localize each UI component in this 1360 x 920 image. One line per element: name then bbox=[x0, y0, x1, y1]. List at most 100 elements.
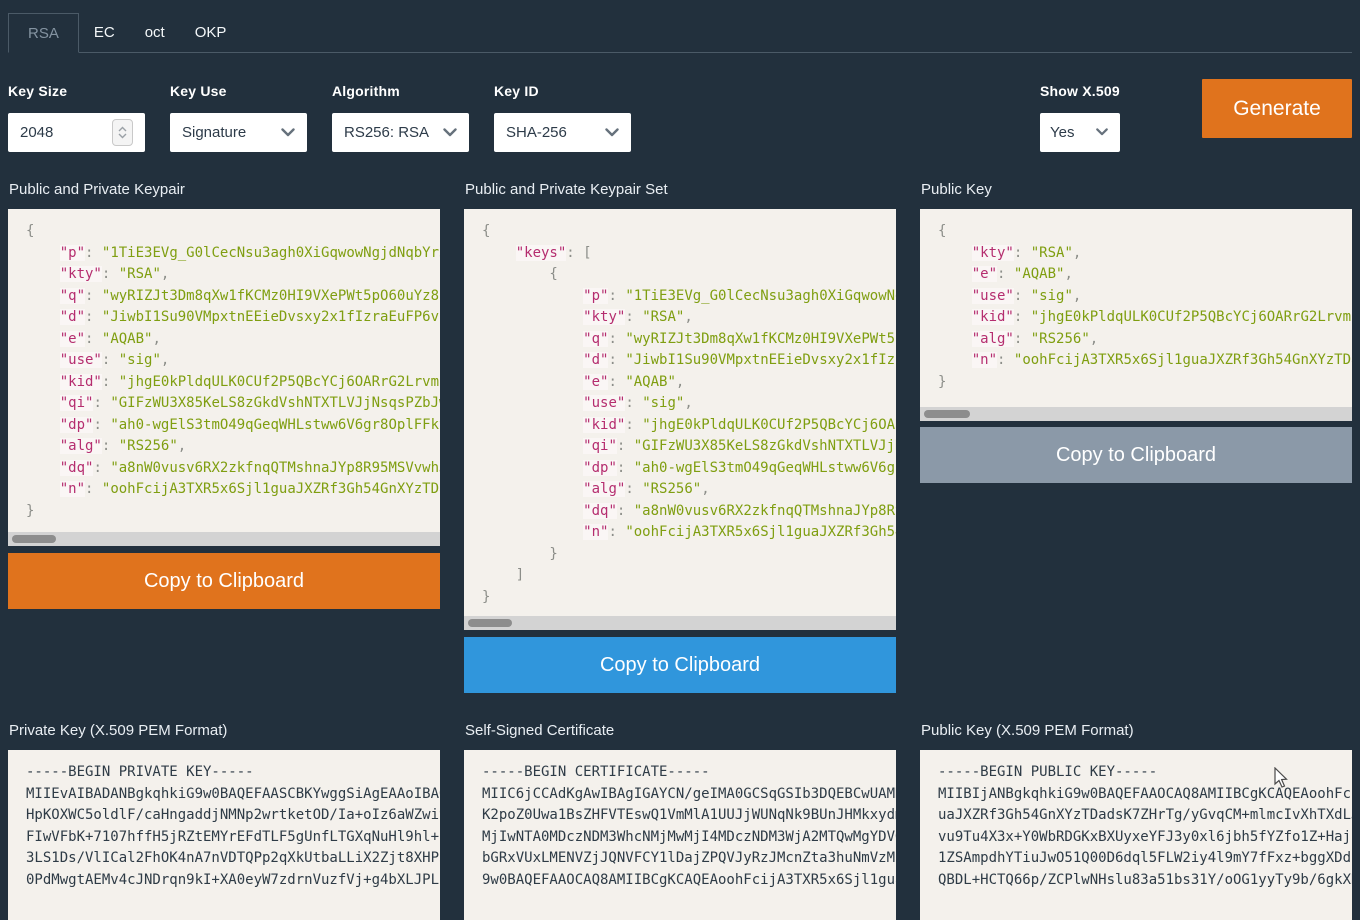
key-size-stepper[interactable] bbox=[112, 119, 133, 146]
pem-line: 0PdMwgtAEMv4cJNDrqn9kI+XA0eyW7zdrnVuzfVj… bbox=[26, 870, 440, 892]
key-size-label: Key Size bbox=[8, 83, 145, 99]
public-key-code-box[interactable]: { "kty": "RSA", "e": "AQAB", "use": "sig… bbox=[920, 209, 1352, 421]
pem-line: 1ZSAmpdhYTiuJwO51Q00D6dql5FLW2iy4l9mY7fF… bbox=[938, 848, 1352, 870]
code-line: } bbox=[26, 501, 440, 523]
code-line: } bbox=[482, 544, 896, 566]
code-line: "use": "sig", bbox=[26, 350, 440, 372]
pem-line: bGRxVUxLMENVZjJQNVFCY1lDajZPQVJyRzJMcnZt… bbox=[482, 848, 896, 870]
public-key-panel-title: Public Key bbox=[921, 181, 1352, 198]
public-key-panel: Public Key { "kty": "RSA", "e": "AQAB", … bbox=[920, 152, 1352, 693]
code-line: "use": "sig", bbox=[938, 286, 1352, 308]
code-line: "qi": "GIFzWU3X85KeLS8zGkdVshNTXTLVJjNsq… bbox=[26, 393, 440, 415]
code-line: "n": "oohFcijA3TXR5x6Sjl1guaJXZRf3Gh54Gn… bbox=[482, 522, 896, 544]
scrollbar-thumb[interactable] bbox=[924, 410, 970, 418]
code-line: "kid": "jhgE0kPldqULK0CUf2P5QBcYCj6OARrG… bbox=[482, 415, 896, 437]
code-line: "p": "1TiE3EVg_G0lCecNsu3agh0XiGqwowNgjd… bbox=[26, 243, 440, 265]
pem-line: QBDL+HCTQ66p/ZCPlwNHslu83a51bs31Y/oOG1yy… bbox=[938, 870, 1352, 892]
copy-keypair-set-button[interactable]: Copy to Clipboard bbox=[464, 637, 896, 693]
tab-oct[interactable]: oct bbox=[130, 13, 180, 53]
code-line: "kty": "RSA", bbox=[938, 243, 1352, 265]
tab-rsa[interactable]: RSA bbox=[8, 13, 79, 53]
keypair-code-box[interactable]: { "p": "1TiE3EVg_G0lCecNsu3agh0XiGqwowNg… bbox=[8, 209, 440, 546]
key-id-field: Key ID SHA-256 bbox=[494, 79, 631, 152]
public-pem-code: -----BEGIN PUBLIC KEY-----MIIBIjANBgkqhk… bbox=[920, 750, 1352, 891]
chevron-down-icon bbox=[1096, 128, 1110, 137]
code-line: "kid": "jhgE0kPldqULK0CUf2P5QBcYCj6OARrG… bbox=[938, 307, 1352, 329]
pem-line: vu9Tu4X3x+Y0WbRDGKxBXUyxeYFJ3y0xl6jbh5fY… bbox=[938, 827, 1352, 849]
code-line: } bbox=[938, 372, 1352, 394]
code-line: "dq": "a8nW0vusv6RX2zkfnqQTMshnaJYp8R95M… bbox=[482, 501, 896, 523]
private-pem-panel: Private Key (X.509 PEM Format) -----BEGI… bbox=[8, 693, 440, 920]
horizontal-scrollbar[interactable] bbox=[920, 407, 1352, 421]
algorithm-label: Algorithm bbox=[332, 83, 469, 99]
key-use-field: Key Use Signature bbox=[170, 79, 307, 152]
public-pem-code-box[interactable]: -----BEGIN PUBLIC KEY-----MIIBIjANBgkqhk… bbox=[920, 750, 1352, 920]
show-x509-label: Show X.509 bbox=[1040, 83, 1126, 99]
keypair-json-code: { "p": "1TiE3EVg_G0lCecNsu3agh0XiGqwowNg… bbox=[8, 209, 440, 522]
code-line: ] bbox=[482, 565, 896, 587]
copy-keypair-button[interactable]: Copy to Clipboard bbox=[8, 553, 440, 609]
tab-okp[interactable]: OKP bbox=[180, 13, 242, 53]
code-line: "d": "JiwbI1Su90VMpxtnEEieDvsxy2x1fIzraE… bbox=[26, 307, 440, 329]
show-x509-field: Show X.509 Yes bbox=[1040, 79, 1126, 152]
chevron-down-icon bbox=[443, 128, 457, 137]
certificate-code: -----BEGIN CERTIFICATE-----MIIC6jCCAdKgA… bbox=[464, 750, 896, 891]
pem-line: FIwVFbK+7107hffH5jRZtEMYrEFdTLF5gUnfLTGX… bbox=[26, 827, 440, 849]
scrollbar-thumb[interactable] bbox=[12, 535, 56, 543]
pem-line: K2poZ0Uwa1BsZHFVTEswQ1VmMlA1UUJjWUNqNk9B… bbox=[482, 805, 896, 827]
pem-line: MIIBIjANBgkqhkiG9w0BAQEFAAOCAQ8AMIIBCgKC… bbox=[938, 784, 1352, 806]
tab-ec[interactable]: EC bbox=[79, 13, 130, 53]
keypair-set-code-box[interactable]: { "keys": [ { "p": "1TiE3EVg_G0lCecNsu3a… bbox=[464, 209, 896, 630]
certificate-code-box[interactable]: -----BEGIN CERTIFICATE-----MIIC6jCCAdKgA… bbox=[464, 750, 896, 920]
stepper-down-icon bbox=[118, 133, 127, 139]
algorithm-select[interactable]: RS256: RSA bbox=[332, 113, 469, 152]
key-id-select[interactable]: SHA-256 bbox=[494, 113, 631, 152]
show-x509-select[interactable]: Yes bbox=[1040, 113, 1120, 152]
pem-line: -----BEGIN CERTIFICATE----- bbox=[482, 762, 896, 784]
scrollbar-thumb[interactable] bbox=[468, 619, 512, 627]
code-line: "kid": "jhgE0kPldqULK0CUf2P5QBcYCj6OARrG… bbox=[26, 372, 440, 394]
algorithm-field: Algorithm RS256: RSA bbox=[332, 79, 469, 152]
code-line: "alg": "RS256", bbox=[26, 436, 440, 458]
private-pem-panel-title: Private Key (X.509 PEM Format) bbox=[9, 722, 440, 739]
key-id-value: SHA-256 bbox=[506, 124, 601, 141]
horizontal-scrollbar[interactable] bbox=[8, 532, 440, 546]
code-line: { bbox=[482, 264, 896, 286]
public-pem-panel: Public Key (X.509 PEM Format) -----BEGIN… bbox=[920, 693, 1352, 920]
copy-public-key-button[interactable]: Copy to Clipboard bbox=[920, 427, 1352, 483]
key-use-value: Signature bbox=[182, 124, 277, 141]
stepper-up-icon bbox=[118, 126, 127, 132]
code-line: "use": "sig", bbox=[482, 393, 896, 415]
key-size-field: Key Size 2048 bbox=[8, 79, 145, 152]
pem-line: -----BEGIN PRIVATE KEY----- bbox=[26, 762, 440, 784]
code-line: "q": "wyRIZJt3Dm8qXw1fKCMz0HI9VXePWt5pO6… bbox=[26, 286, 440, 308]
key-use-select[interactable]: Signature bbox=[170, 113, 307, 152]
horizontal-scrollbar[interactable] bbox=[464, 616, 896, 630]
key-id-label: Key ID bbox=[494, 83, 631, 99]
key-size-input[interactable]: 2048 bbox=[8, 113, 145, 152]
generate-button[interactable]: Generate bbox=[1202, 79, 1352, 138]
pem-line: 9w0BAQEFAAOCAQ8AMIIBCgKCAQEAoohFcijA3TXR… bbox=[482, 870, 896, 892]
code-line: "n": "oohFcijA3TXR5x6Sjl1guaJXZRf3Gh54Gn… bbox=[938, 350, 1352, 372]
code-line: "p": "1TiE3EVg_G0lCecNsu3agh0XiGqwowNgjd… bbox=[482, 286, 896, 308]
chevron-down-icon bbox=[281, 128, 295, 137]
key-size-value: 2048 bbox=[20, 124, 112, 141]
code-line: "keys": [ bbox=[482, 243, 896, 265]
public-pem-panel-title: Public Key (X.509 PEM Format) bbox=[921, 722, 1352, 739]
keypair-panel-title: Public and Private Keypair bbox=[9, 181, 440, 198]
code-line: { bbox=[938, 221, 1352, 243]
private-pem-code-box[interactable]: -----BEGIN PRIVATE KEY-----MIIEvAIBADANB… bbox=[8, 750, 440, 920]
code-line: "alg": "RS256", bbox=[482, 479, 896, 501]
code-line: "e": "AQAB", bbox=[26, 329, 440, 351]
pem-line: 3LS1Ds/VlICal2FhOK4nA7nVDTQPp2qXkUtbaLLi… bbox=[26, 848, 440, 870]
code-line: "kty": "RSA", bbox=[482, 307, 896, 329]
pem-line: -----BEGIN PUBLIC KEY----- bbox=[938, 762, 1352, 784]
show-x509-value: Yes bbox=[1050, 124, 1092, 141]
code-line: { bbox=[26, 221, 440, 243]
chevron-down-icon bbox=[605, 128, 619, 137]
key-use-label: Key Use bbox=[170, 83, 307, 99]
code-line: } bbox=[482, 587, 896, 609]
code-line: "e": "AQAB", bbox=[938, 264, 1352, 286]
pem-panels-row: Private Key (X.509 PEM Format) -----BEGI… bbox=[0, 693, 1360, 920]
code-line: "dp": "ah0-wgElS3tmO49qGeqWHLstww6V6gr8O… bbox=[26, 415, 440, 437]
